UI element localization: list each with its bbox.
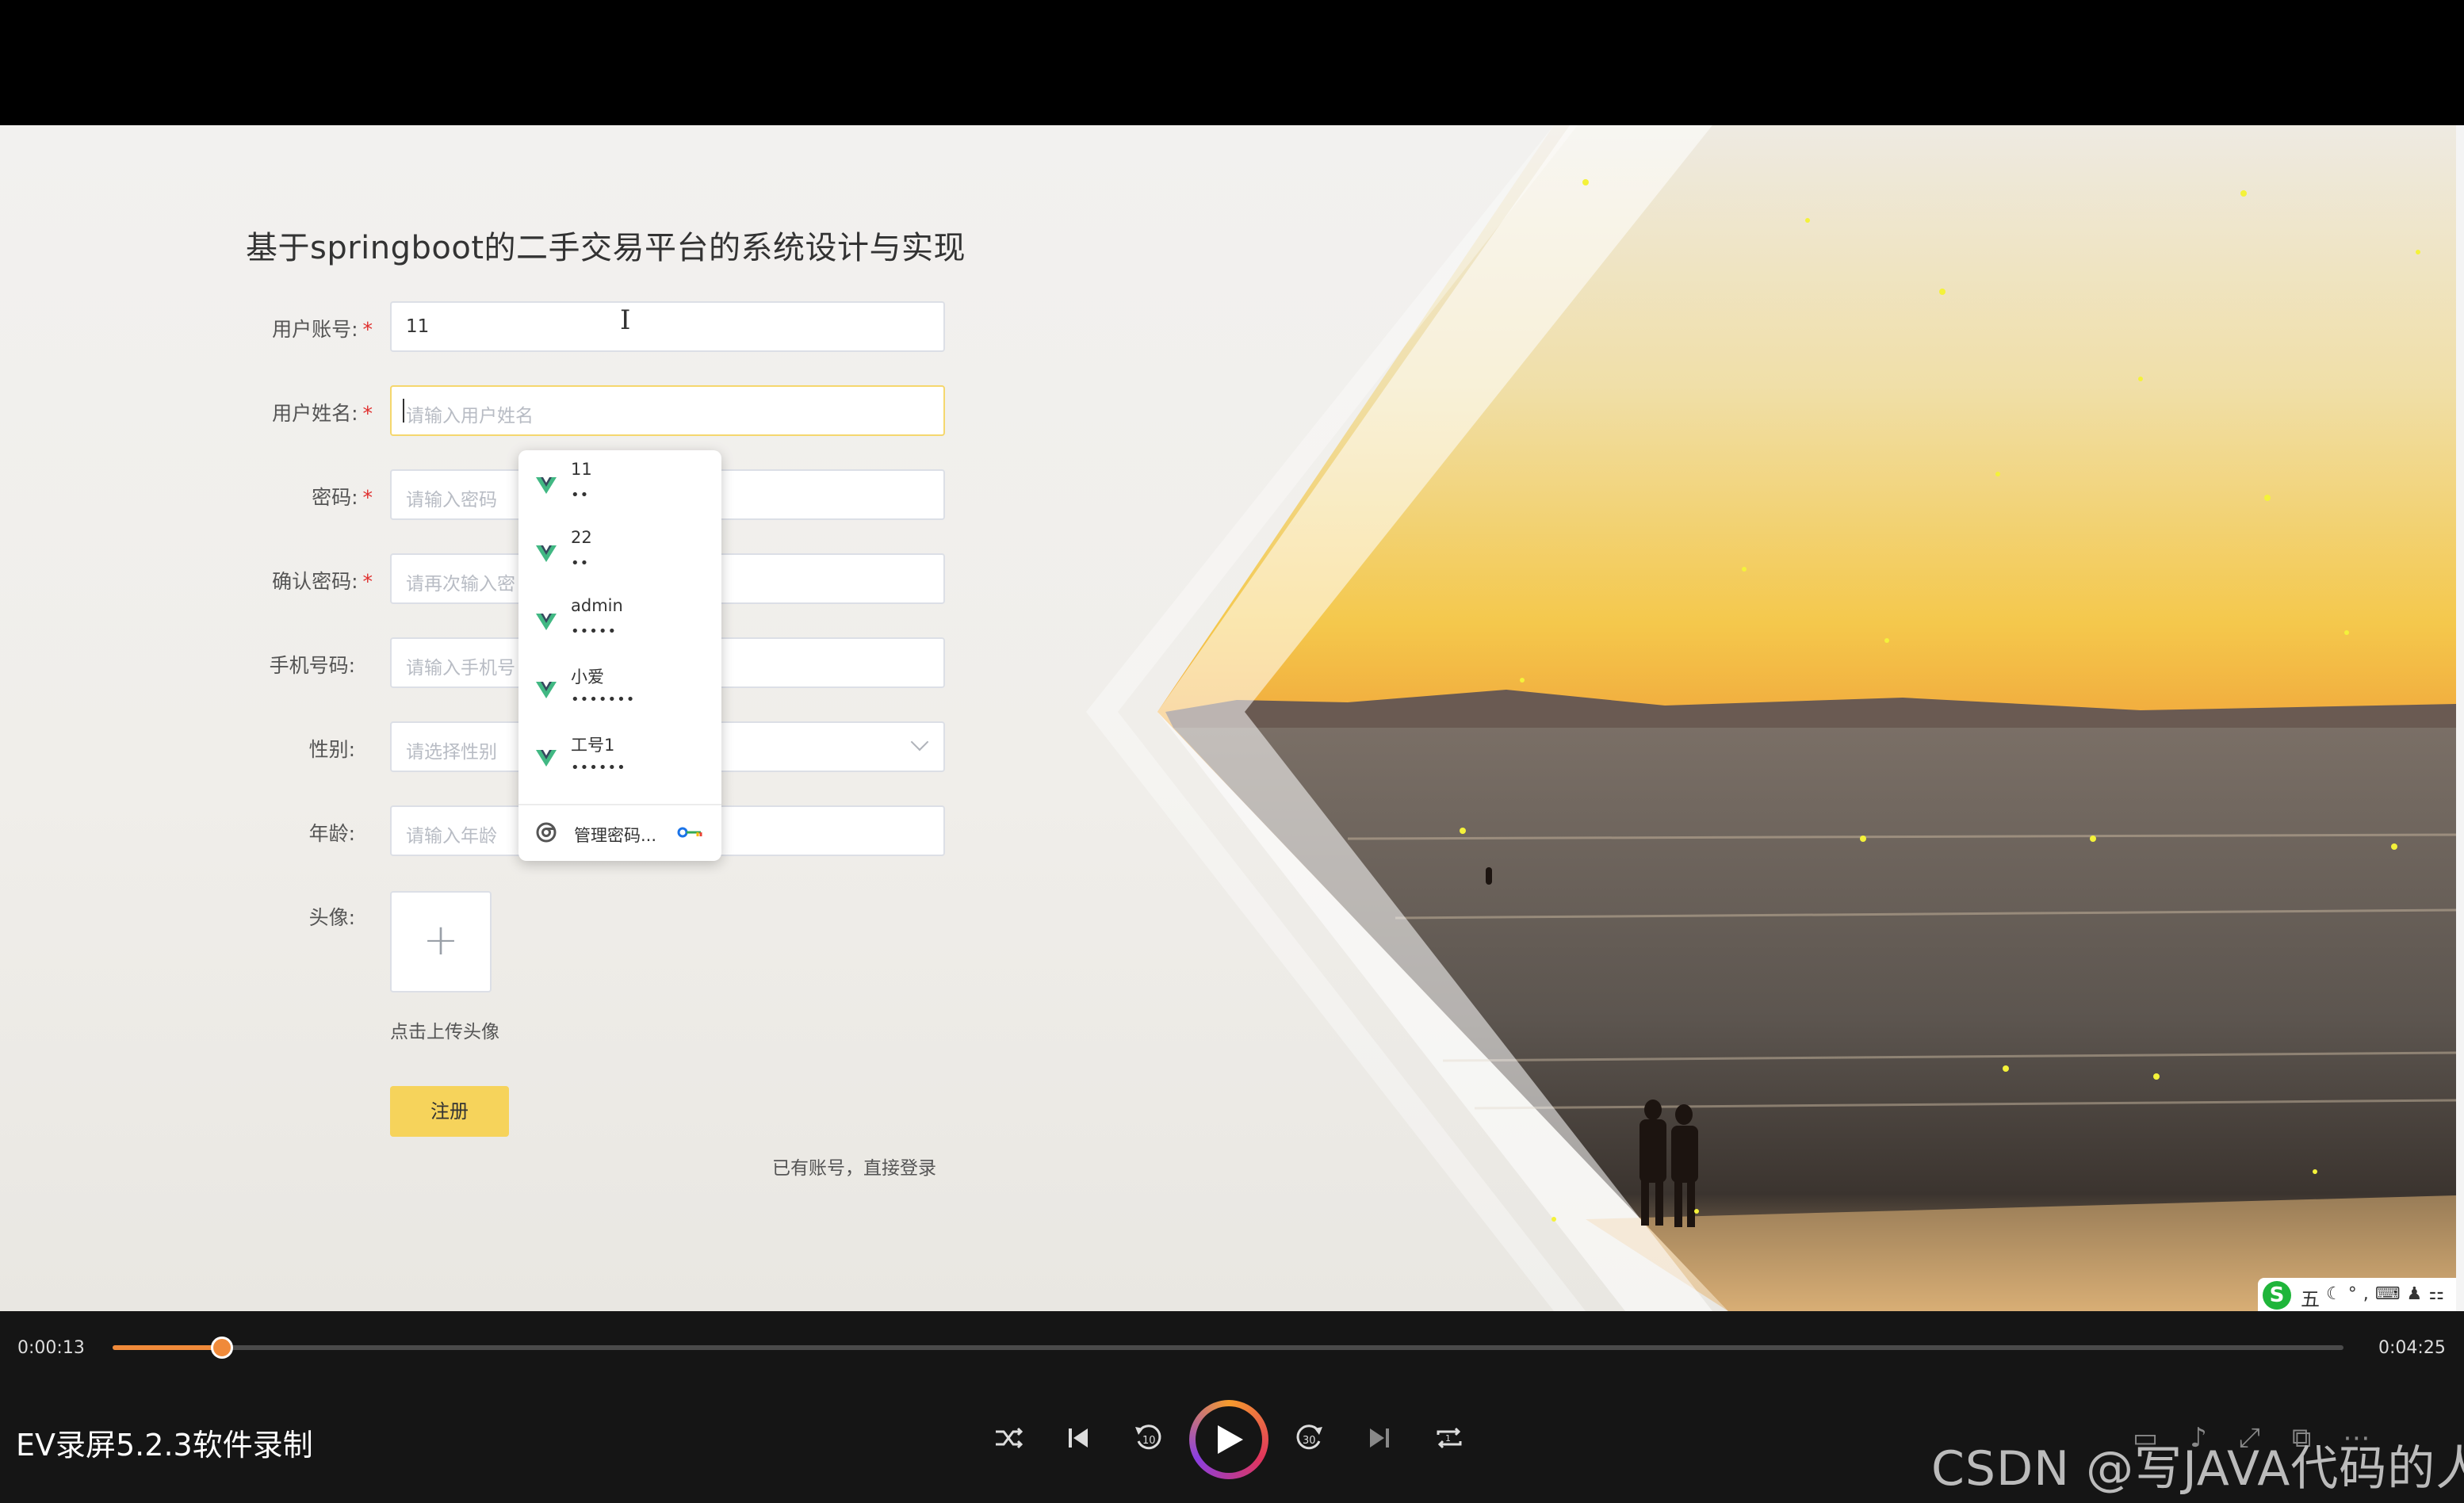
vertical-scrollbar[interactable] [2456, 125, 2464, 1311]
svg-text:10: 10 [1142, 1435, 1156, 1447]
autofill-entry[interactable]: 11 •• [518, 450, 721, 518]
current-time: 0:00:13 [17, 1338, 85, 1358]
autofill-entry[interactable]: admin ••••• [518, 587, 721, 655]
ime-toolbar[interactable]: S 五 ☾°,⌨♟⚏ [2258, 1278, 2456, 1311]
divider [518, 804, 721, 805]
svg-text:30: 30 [1303, 1435, 1316, 1447]
progress-track[interactable] [113, 1337, 2343, 1359]
autofill-entry[interactable]: 小爱 ••••••• [518, 655, 721, 723]
avatar-upload[interactable]: + [390, 891, 492, 992]
progress-knob[interactable] [210, 1337, 233, 1359]
progress-fill [113, 1345, 222, 1350]
vue-logo-icon [536, 477, 557, 494]
register-button[interactable]: 注册 [390, 1086, 509, 1137]
vue-logo-icon [536, 545, 557, 562]
video-top-letterbox [0, 0, 2464, 125]
username-input[interactable]: 11 [390, 301, 945, 352]
play-icon [1218, 1425, 1243, 1454]
phone-label: 手机号码: [269, 654, 355, 677]
vue-logo-icon [536, 614, 557, 630]
confirm-password-label: 确认密码: * [272, 570, 373, 593]
loop-icon[interactable]: 1 [1429, 1417, 1470, 1459]
vue-logo-icon [536, 682, 557, 698]
csdn-watermark: CSDN @写JAVA代码的人 [1931, 1441, 2464, 1497]
avatar-label: 头像: [308, 906, 355, 929]
sogou-logo-icon: S [2263, 1281, 2291, 1310]
page-title: 基于springboot的二手交易平台的系统设计与实现 [246, 230, 966, 266]
ime-tool-icons[interactable]: ☾°,⌨♟⚏ [2326, 1284, 2451, 1304]
chevron-down-icon [910, 732, 929, 752]
text-caret [403, 399, 404, 423]
plus-icon: + [423, 915, 459, 965]
login-link[interactable]: 已有账号，直接登录 [772, 1153, 936, 1180]
ibeam-cursor-icon: I [620, 304, 631, 336]
upload-tip: 点击上传头像 [390, 1022, 499, 1042]
register-page: 基于springboot的二手交易平台的系统设计与实现 用户账号: * 11 用户… [0, 125, 2456, 1311]
autofill-entry[interactable]: 工号1 •••••• [518, 723, 721, 791]
sunset-beach-background [1086, 125, 2456, 1311]
autofill-entry[interactable]: 22 •• [518, 518, 721, 587]
next-icon[interactable] [1359, 1417, 1400, 1459]
key-icon [677, 827, 702, 838]
forward-30-icon[interactable]: 30 [1289, 1417, 1330, 1459]
shuffle-icon[interactable] [988, 1417, 1029, 1459]
rewind-10-icon[interactable]: 10 [1127, 1417, 1169, 1459]
username-label: 用户账号: * [272, 318, 373, 341]
manage-passwords-item[interactable]: 管理密码... [518, 807, 721, 859]
ime-mode[interactable]: 五 [2301, 1283, 2320, 1311]
svg-text:1: 1 [1445, 1433, 1451, 1444]
password-label: 密码: * [312, 486, 373, 509]
chrome-icon [536, 822, 557, 843]
name-input[interactable]: 请输入用户姓名 [390, 385, 945, 436]
recorder-name: EV录屏5.2.3软件录制 [16, 1428, 313, 1463]
previous-icon[interactable] [1058, 1417, 1099, 1459]
vue-logo-icon [536, 750, 557, 767]
gender-label: 性别: [308, 738, 355, 761]
play-button[interactable] [1189, 1400, 1268, 1479]
name-label: 用户姓名: * [272, 402, 373, 425]
password-autofill-dropdown: 11 •• 22 •• admin ••••• 小爱 ••••••• 工号1 •… [518, 450, 721, 861]
video-player-bar: 0:00:13 0:04:25 EV录屏5.2.3软件录制 10 30 1 ▭♪… [0, 1311, 2464, 1503]
age-label: 年龄: [308, 822, 355, 845]
total-time: 0:04:25 [2378, 1338, 2446, 1358]
